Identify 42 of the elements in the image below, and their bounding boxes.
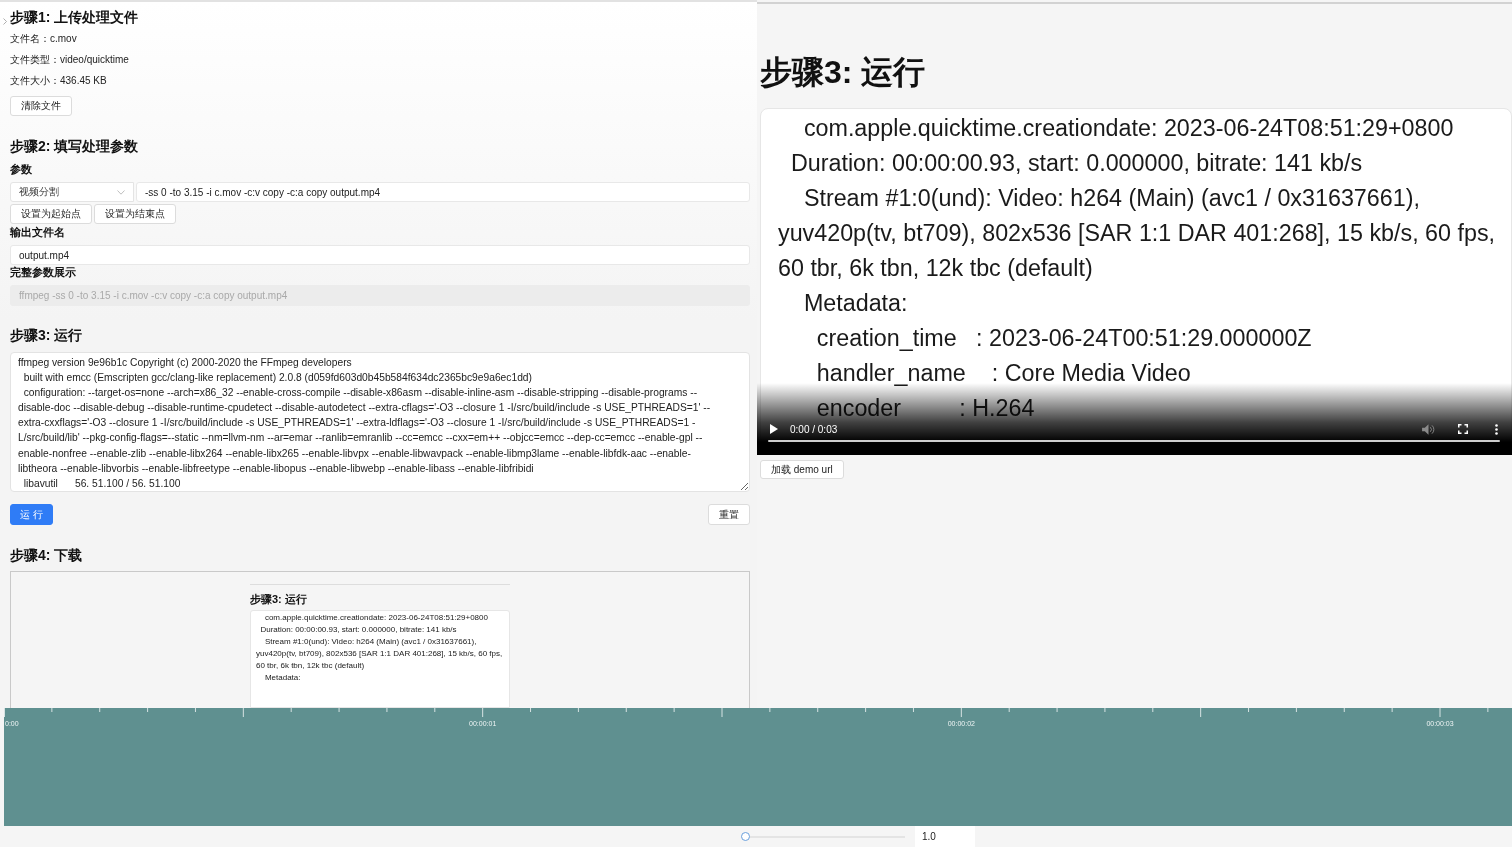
chevron-down-icon: [117, 189, 125, 195]
log-line: Duration: 00:00:00.93, start: 0.000000, bitrate: 141 kb/s: [259, 625, 457, 634]
set-start-button[interactable]: 设置为起始点: [10, 204, 92, 224]
log-line: com.apple.quicktime.creationdate: 2023-06-24T08:51:29+0800: [802, 115, 1454, 141]
reset-button[interactable]: 重置: [708, 504, 750, 525]
log-line: Metadata:: [802, 290, 908, 316]
log-line: handler_name : Core Media Video: [815, 360, 1191, 386]
log-line: creation_time : 2023-06-24T00:51:29.000000Z: [815, 325, 1312, 351]
log-textarea[interactable]: ffmpeg version 9e96b1c Copyright (c) 2000-2020 the FFmpeg developers built with emcc (Emscripten gcc/clang-like replacement) 2.0.8 (d059fd603d0b45b584f634dc2365bc9e9a6ec1dd) configuration: --target-os=none --arch=x86_32 --enable-cross-compile --disable-x86asm --disable-inline-asm --disable-stripping --disable-programs --disable-doc --disable-debug --disable-runtime-cpudetect --disable-autodetect --extra-cflags='-O3 --closure 1 -I/src/build/include -s USE_PTHREADS=1' --extra-cxxflags='-O3 --closure 1 -I/src/build/include -s USE_PTHREADS=1' --extra-ldflags='-O3 --closure 1 -I/src/build/include -s USE_PTHREADS=1 -L/src/build/lib' --pkg-config-flags=--static --nm=llvm-nm --ar=emar --ranlib=emranlib --cc=emcc --cxx=em++ --objcc=emcc --dep-cc=emcc --enable-gpl --enable-nonfree --enable-zlib --enable-libx264 --enable-libx265 --enable-libvpx --enable-libwavpack --enable-libmp3lame --enable-libfdk-aac --enable-libtheora --enable-libvorbis --enable-libfreetype --enable-libopus --enable-libwebp --enable-libass --enable-libfribidi libavutil 56. 51.100 / 56. 51.100: [10, 352, 750, 492]
set-end-button[interactable]: 设置为结束点: [94, 204, 176, 224]
field-label: 输出文件名: [10, 225, 66, 239]
frame-heading: 步骤3: 运行: [760, 53, 926, 92]
log-line: Stream #1:0(und): Video: h264 (Main) (avc1 / 0x31637661), yuv420p(tv, bt709), 802x536 [SAR 1:1 DAR 401:268], 15 kb/s, 60 fps, 60 tbr, 6k tbn, 12k tbc (default): [778, 185, 1497, 281]
clear-file-button[interactable]: 清除文件: [10, 96, 72, 116]
file-info-text: 文件类型：video/quicktime: [10, 53, 130, 67]
log-line: encoder : H.264: [815, 395, 1035, 421]
section-heading: 步骤1: 上传处理文件: [10, 8, 139, 27]
video-time: 0:00 / 0:03: [790, 423, 838, 435]
chevron-right-icon: [3, 17, 7, 25]
preset-select[interactable]: 视频分割: [10, 182, 134, 202]
field-label: 完整参数展示: [10, 265, 77, 279]
section-heading: 步骤4: 下载: [10, 546, 84, 565]
field-label: 参数: [10, 162, 33, 176]
fullscreen-icon[interactable]: [1458, 424, 1468, 434]
file-info-text: 文件名：c.mov: [10, 32, 78, 46]
log-line: Metadata:: [263, 673, 301, 682]
play-icon[interactable]: [770, 424, 778, 434]
run-button[interactable]: 运 行: [10, 504, 53, 525]
output-filename-input[interactable]: output.mp4: [10, 245, 750, 265]
log-line: com.apple.quicktime.creationdate: 2023-06-24T08:51:29+0800: [263, 613, 488, 622]
log-line: Duration: 00:00:00.93, start: 0.000000, bitrate: 141 kb/s: [789, 150, 1363, 176]
zoom-input[interactable]: 1.0: [915, 826, 975, 847]
log-line: Stream #1:0(und): Video: h264 (Main) (avc1 / 0x31637661), yuv420p(tv, bt709), 802x536 [SAR 1:1 DAR 401:268], 15 kb/s, 60 fps, 60 tbr, 6k tbn, 12k tbc (default): [256, 637, 504, 670]
slider-thumb[interactable]: [741, 832, 750, 841]
more-icon[interactable]: [1495, 423, 1498, 435]
load-demo-button[interactable]: 加载 demo url: [760, 460, 844, 479]
file-info-text: 文件大小：436.45 KB: [10, 74, 108, 88]
section-heading: 步骤3: 运行: [10, 326, 84, 345]
frame-heading: 步骤3: 运行: [250, 593, 307, 606]
section-heading: 步骤2: 填写处理参数: [10, 137, 140, 156]
volume-icon[interactable]: [1422, 423, 1435, 435]
params-input[interactable]: -ss 0 -to 3.15 -i c.mov -c:v copy -c:a copy output.mp4: [136, 182, 750, 202]
